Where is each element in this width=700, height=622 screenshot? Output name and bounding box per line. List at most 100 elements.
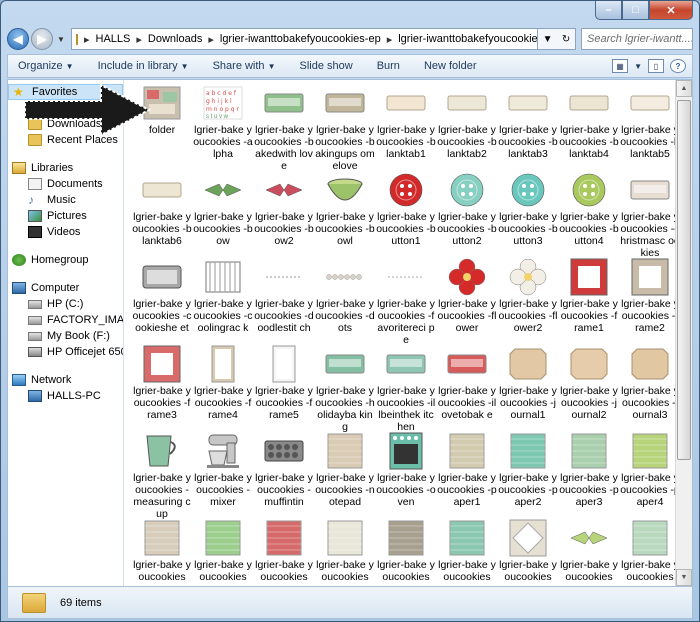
burn-button[interactable]: Burn xyxy=(377,60,400,72)
file-item[interactable]: lgrier-bake youcookies xyxy=(376,519,436,583)
nav-computer[interactable]: Computer xyxy=(8,280,123,296)
nav-downloads[interactable]: Downloads xyxy=(8,116,123,132)
file-item[interactable]: lgrier-bake youcookies -button1 xyxy=(376,171,436,247)
file-item[interactable]: lgrier-bake youcookies -favoritereci pe xyxy=(376,258,436,346)
file-item[interactable]: lgrier-bake youcookies -notepad xyxy=(315,432,375,508)
file-item[interactable]: lgrier-bake youcookies -blanktab1 xyxy=(376,84,436,160)
refresh-icon[interactable]: ↻ xyxy=(562,34,570,45)
vertical-scrollbar[interactable]: ▲ ▼ xyxy=(675,80,692,586)
nav-music[interactable]: ♪ Music xyxy=(8,192,123,208)
organize-button[interactable]: Organize ▼ xyxy=(18,60,74,72)
file-item[interactable]: lgrier-bake youcookies -bakedwith love xyxy=(254,84,314,172)
file-item[interactable]: lgrier-bake youcookies -frame4 xyxy=(193,345,253,421)
file-item[interactable]: lgrier-bake youcookies -blanktab2 xyxy=(437,84,497,160)
new-folder-button[interactable]: New folder xyxy=(424,60,477,72)
breadcrumb-folder-1[interactable]: lgrier-iwanttobakefyoucookies-ep xyxy=(220,33,381,45)
file-item[interactable]: lgrier-bake youcookies -bow xyxy=(193,171,253,247)
file-item[interactable]: lgrier-bake youcookies -flower2 xyxy=(498,258,558,334)
search-input[interactable]: Search lgrier-iwantt... xyxy=(587,33,691,45)
file-item[interactable]: lgrier-bake youcookies -bowl xyxy=(315,171,375,247)
preview-pane-icon[interactable]: ▯ xyxy=(648,59,664,73)
file-item[interactable]: lgrier-bake youcookies -bakingups omelov… xyxy=(315,84,375,172)
maximize-button[interactable]: □ xyxy=(622,1,649,20)
file-item[interactable]: lgrier-bake youcookies xyxy=(315,519,375,583)
file-item[interactable]: lgrier-bake youcookies -doodlestit ch xyxy=(254,258,314,334)
file-item[interactable]: lgrier-bake youcookies -blanktab4 xyxy=(559,84,619,160)
file-item[interactable]: lgrier-bake youcookies -muffintin xyxy=(254,432,314,508)
nav-pictures[interactable]: Pictures xyxy=(8,208,123,224)
nav-my-book[interactable]: My Book (F:) xyxy=(8,328,123,344)
recent-pages-button[interactable]: ▼ xyxy=(55,28,67,50)
file-item[interactable]: lgrier-bake youcookies -frame2 xyxy=(620,258,675,334)
file-item[interactable]: lgrier-bake youcookies xyxy=(620,519,675,583)
breadcrumb-downloads[interactable]: Downloads xyxy=(148,33,202,45)
file-item[interactable]: lgrier-bake youcookies -mixer xyxy=(193,432,253,508)
nav-videos[interactable]: Videos xyxy=(8,224,123,240)
file-item[interactable]: lgrier-bake youcookies -frame3 xyxy=(132,345,192,421)
file-item[interactable]: lgrier-bake youcookies -bow2 xyxy=(254,171,314,247)
share-with-button[interactable]: Share with ▼ xyxy=(213,60,276,72)
file-item[interactable]: lgrier-bake youcookies xyxy=(193,519,253,583)
nav-libraries[interactable]: Libraries xyxy=(8,160,123,176)
address-dropdown-icon[interactable]: ▼ xyxy=(543,34,553,45)
include-in-library-button[interactable]: Include in library ▼ xyxy=(98,60,189,72)
file-item[interactable]: lgrier-bake youcookies -ilovetobak e xyxy=(437,345,497,421)
nav-officejet[interactable]: HP Officejet 6500 E xyxy=(8,344,123,360)
minimize-button[interactable]: – xyxy=(595,1,622,20)
search-box[interactable]: Search lgrier-iwantt... ⌕ xyxy=(581,28,693,50)
file-item[interactable]: lgrier-bake youcookies xyxy=(559,519,619,583)
change-view-icon[interactable]: ▦ xyxy=(612,59,629,73)
nav-homegroup[interactable]: Homegroup xyxy=(8,252,123,268)
file-item[interactable]: lgrier-bake youcookies -blanktab6 xyxy=(132,171,192,247)
file-item[interactable]: lgrier-bake youcookies -paper2 xyxy=(498,432,558,508)
file-item[interactable]: lgrier-bake youcookies -coolingrac k xyxy=(193,258,253,334)
file-item[interactable]: lgrier-bake youcookies -oven xyxy=(376,432,436,508)
file-item[interactable]: lgrier-bake youcookies -cookieshe et xyxy=(132,258,192,334)
slide-show-button[interactable]: Slide show xyxy=(299,60,352,72)
nav-favorites[interactable]: ★ Favorites xyxy=(8,84,123,100)
file-item[interactable]: lgrier-bake youcookies xyxy=(254,519,314,583)
file-item[interactable]: a b c d e fg h i j k lm n o p q rs t u v… xyxy=(193,84,253,160)
file-item[interactable]: lgrier-bake youcookies -flower xyxy=(437,258,497,334)
address-bar[interactable]: ▸ HALLS ▸ Downloads ▸ lgrier-iwanttobake… xyxy=(71,28,538,50)
nav-documents[interactable]: Documents xyxy=(8,176,123,192)
file-item[interactable]: lgrier-bake youcookies -frame5 xyxy=(254,345,314,421)
file-item[interactable]: lgrier-bake youcookies -illbeinthek itch… xyxy=(376,345,436,433)
file-item[interactable]: lgrier-bake youcookies xyxy=(132,519,192,583)
back-button[interactable]: ◀ xyxy=(7,28,29,50)
nav-recent-places[interactable]: Recent Places xyxy=(8,132,123,148)
nav-desktop[interactable]: Desktop xyxy=(8,100,123,116)
file-item[interactable]: lgrier-bake youcookies -measuring cup xyxy=(132,432,192,520)
nav-halls-pc[interactable]: HALLS-PC xyxy=(8,388,123,404)
help-icon[interactable]: ? xyxy=(670,59,686,73)
scroll-up-icon[interactable]: ▲ xyxy=(676,80,692,97)
file-item[interactable]: lgrier-bake youcookies -button3 xyxy=(498,171,558,247)
forward-button[interactable]: ▶ xyxy=(31,28,53,50)
file-item[interactable]: lgrier-bake youcookies -frame1 xyxy=(559,258,619,334)
file-item[interactable]: lgrier-bake youcookies -paper1 xyxy=(437,432,497,508)
file-item[interactable]: lgrier-bake youcookies -christmasc ookie… xyxy=(620,171,675,259)
file-item[interactable]: lgrier-bake youcookies -button4 xyxy=(559,171,619,247)
nav-drive-c[interactable]: HP (C:) xyxy=(8,296,123,312)
file-item[interactable]: folder xyxy=(132,84,192,136)
close-button[interactable]: ✕ xyxy=(649,1,693,20)
file-item[interactable]: lgrier-bake youcookies -journal1 xyxy=(498,345,558,421)
search-icon[interactable]: ⌕ xyxy=(691,33,692,46)
breadcrumb-folder-2[interactable]: lgrier-iwanttobakefyoucookies-ep xyxy=(398,33,537,45)
file-item[interactable]: lgrier-bake youcookies -paper3 xyxy=(559,432,619,508)
breadcrumb-halls[interactable]: HALLS xyxy=(96,33,131,45)
file-item[interactable]: lgrier-bake youcookies -blanktab5 xyxy=(620,84,675,160)
file-item[interactable]: lgrier-bake youcookies xyxy=(437,519,497,583)
file-item[interactable]: lgrier-bake youcookies -button2 xyxy=(437,171,497,247)
scroll-down-icon[interactable]: ▼ xyxy=(676,569,692,586)
file-item[interactable]: lgrier-bake youcookies -journal2 xyxy=(559,345,619,421)
scrollbar-thumb[interactable] xyxy=(677,100,691,460)
file-item[interactable]: lgrier-bake youcookies xyxy=(498,519,558,583)
file-item[interactable]: lgrier-bake youcookies -journal3 xyxy=(620,345,675,421)
file-item[interactable]: lgrier-bake youcookies -holidayba king xyxy=(315,345,375,433)
nav-factory-image[interactable]: FACTORY_IMAGE xyxy=(8,312,123,328)
file-item[interactable]: lgrier-bake youcookies -blanktab3 xyxy=(498,84,558,160)
chevron-down-icon[interactable]: ▼ xyxy=(634,62,642,71)
nav-network[interactable]: Network xyxy=(8,372,123,388)
file-item[interactable]: lgrier-bake youcookies -paper4 xyxy=(620,432,675,508)
